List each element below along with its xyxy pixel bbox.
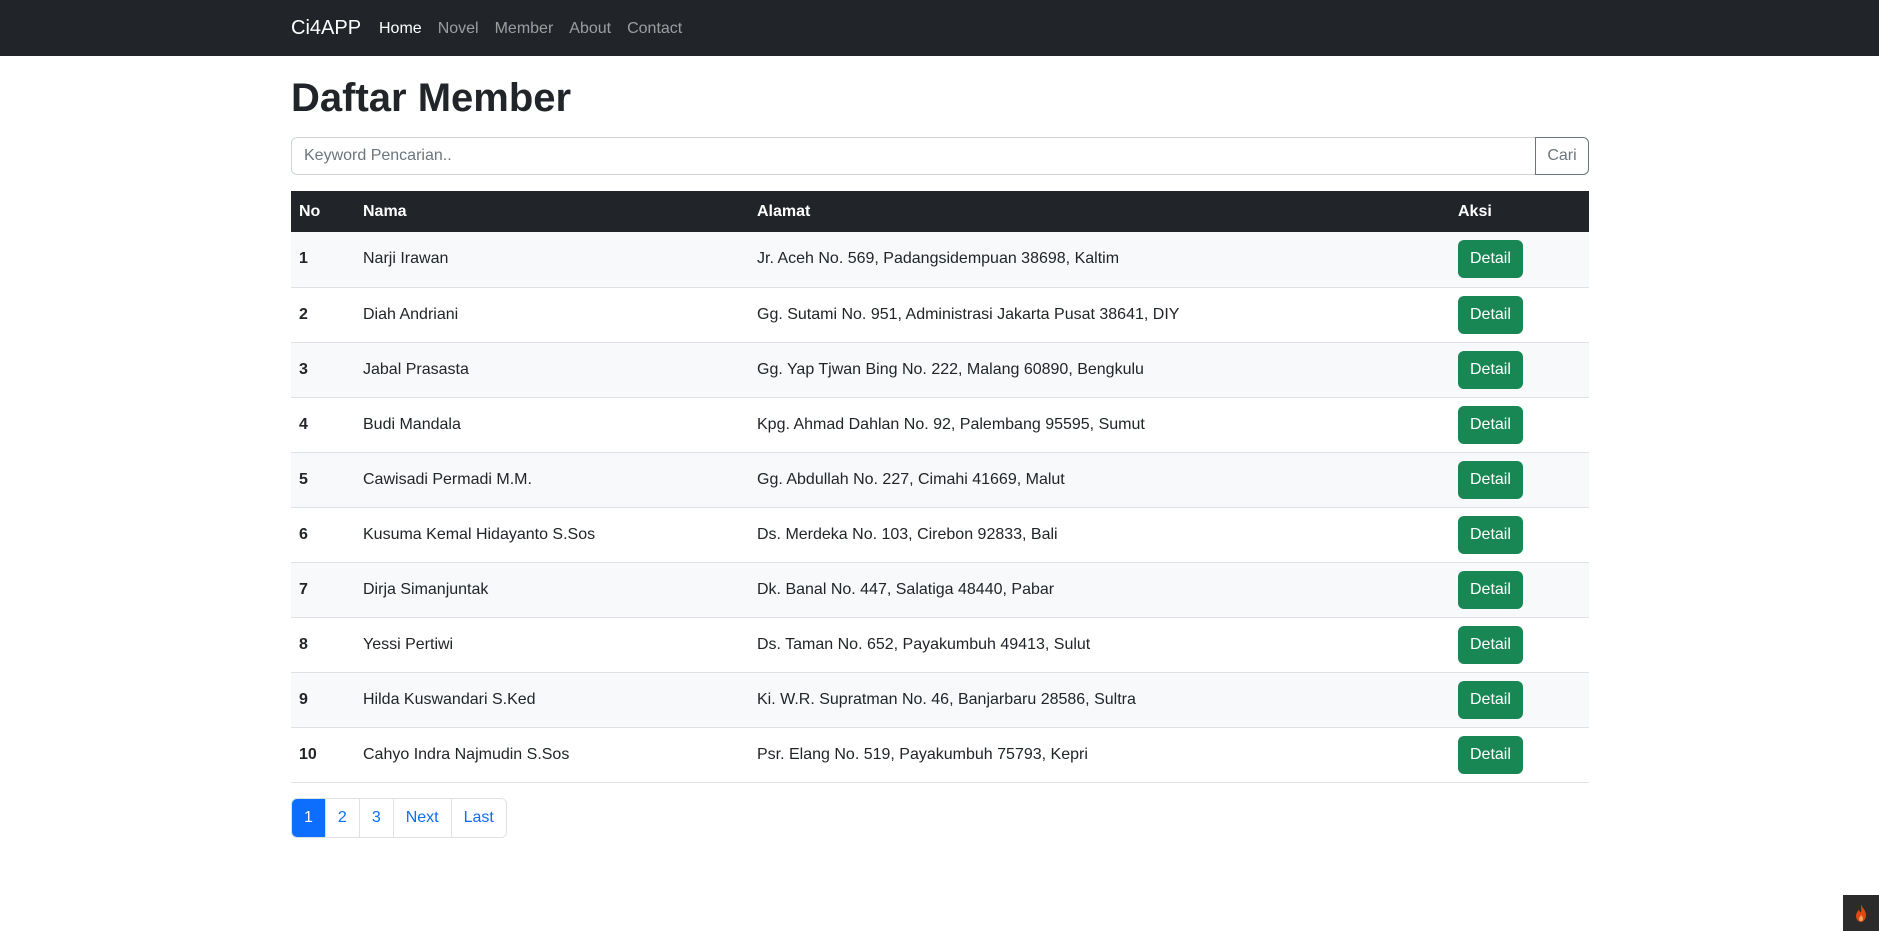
cell-nama: Kusuma Kemal Hidayanto S.Sos [355,507,749,563]
table-row: 3 Jabal Prasasta Gg. Yap Tjwan Bing No. … [291,342,1589,398]
cell-no: 8 [291,617,355,673]
detail-button[interactable]: Detail [1458,350,1523,389]
cell-nama: Dirja Simanjuntak [355,562,749,618]
table-row: 7 Dirja Simanjuntak Dk. Banal No. 447, S… [291,562,1589,618]
cell-aksi: Detail [1450,397,1589,453]
nav-links: Home Novel Member About Contact [379,18,698,40]
detail-button[interactable]: Detail [1458,680,1523,719]
detail-button[interactable]: Detail [1458,405,1523,444]
cell-alamat: Gg. Sutami No. 951, Administrasi Jakarta… [749,287,1450,343]
search-form: Cari [291,137,1589,175]
cell-no: 10 [291,727,355,783]
header-nama: Nama [355,191,749,232]
page-link-1[interactable]: 1 [292,799,325,837]
cell-no: 9 [291,672,355,728]
search-input[interactable] [291,137,1536,175]
cell-nama: Diah Andriani [355,287,749,343]
detail-button[interactable]: Detail [1458,735,1523,774]
detail-button[interactable]: Detail [1458,460,1523,499]
table-row: 9 Hilda Kuswandari S.Ked Ki. W.R. Suprat… [291,672,1589,728]
cell-alamat: Ds. Merdeka No. 103, Cirebon 92833, Bali [749,507,1450,563]
detail-button[interactable]: Detail [1458,515,1523,554]
header-alamat: Alamat [749,191,1450,232]
cell-no: 6 [291,507,355,563]
table-row: 4 Budi Mandala Kpg. Ahmad Dahlan No. 92,… [291,397,1589,453]
debug-toolbar-toggle[interactable] [1843,895,1879,931]
header-no: No [291,191,355,232]
member-table: No Nama Alamat Aksi 1 Narji Irawan Jr. A… [291,191,1589,783]
cell-aksi: Detail [1450,562,1589,618]
cell-aksi: Detail [1450,342,1589,398]
table-row: 2 Diah Andriani Gg. Sutami No. 951, Admi… [291,287,1589,343]
cell-alamat: Gg. Abdullah No. 227, Cimahi 41669, Malu… [749,452,1450,508]
nav-link-about[interactable]: About [569,18,611,40]
cell-aksi: Detail [1450,672,1589,728]
detail-button[interactable]: Detail [1458,570,1523,609]
navbar: Ci4APP Home Novel Member About Contact [0,0,1879,56]
cell-no: 3 [291,342,355,398]
page-link-3[interactable]: 3 [358,799,393,837]
page-link-2[interactable]: 2 [324,799,359,837]
cell-alamat: Dk. Banal No. 447, Salatiga 48440, Pabar [749,562,1450,618]
cell-alamat: Ds. Taman No. 652, Payakumbuh 49413, Sul… [749,617,1450,673]
cell-alamat: Jr. Aceh No. 569, Padangsidempuan 38698,… [749,232,1450,288]
cell-nama: Cawisadi Permadi M.M. [355,452,749,508]
table-row: 1 Narji Irawan Jr. Aceh No. 569, Padangs… [291,232,1589,288]
table-body: 1 Narji Irawan Jr. Aceh No. 569, Padangs… [291,232,1589,783]
pagination: 1 2 3 Next Last [291,798,507,838]
flame-icon [1856,904,1866,922]
nav-link-novel[interactable]: Novel [438,18,479,40]
table-row: 10 Cahyo Indra Najmudin S.Sos Psr. Elang… [291,727,1589,783]
cell-no: 5 [291,452,355,508]
cell-alamat: Ki. W.R. Supratman No. 46, Banjarbaru 28… [749,672,1450,728]
cell-no: 7 [291,562,355,618]
table-header: No Nama Alamat Aksi [291,191,1589,232]
cell-nama: Narji Irawan [355,232,749,288]
cell-aksi: Detail [1450,452,1589,508]
table-row: 5 Cawisadi Permadi M.M. Gg. Abdullah No.… [291,452,1589,508]
nav-link-contact[interactable]: Contact [627,18,682,40]
detail-button[interactable]: Detail [1458,625,1523,664]
detail-button[interactable]: Detail [1458,295,1523,334]
page-link-last[interactable]: Last [450,799,506,837]
cell-aksi: Detail [1450,507,1589,563]
table-row: 8 Yessi Pertiwi Ds. Taman No. 652, Payak… [291,617,1589,673]
cell-aksi: Detail [1450,617,1589,673]
navbar-brand[interactable]: Ci4APP [291,16,361,40]
cell-nama: Hilda Kuswandari S.Ked [355,672,749,728]
header-aksi: Aksi [1450,191,1589,232]
cell-aksi: Detail [1450,232,1589,288]
page-title: Daftar Member [291,76,572,120]
cell-nama: Yessi Pertiwi [355,617,749,673]
detail-button[interactable]: Detail [1458,240,1523,279]
cell-no: 4 [291,397,355,453]
cell-aksi: Detail [1450,287,1589,343]
cell-alamat: Gg. Yap Tjwan Bing No. 222, Malang 60890… [749,342,1450,398]
cell-alamat: Psr. Elang No. 519, Payakumbuh 75793, Ke… [749,727,1450,783]
cell-no: 1 [291,232,355,288]
table-row: 6 Kusuma Kemal Hidayanto S.Sos Ds. Merde… [291,507,1589,563]
cell-aksi: Detail [1450,727,1589,783]
cell-nama: Budi Mandala [355,397,749,453]
cell-nama: Jabal Prasasta [355,342,749,398]
cell-nama: Cahyo Indra Najmudin S.Sos [355,727,749,783]
search-button[interactable]: Cari [1535,137,1589,175]
page-link-next[interactable]: Next [392,799,451,837]
cell-no: 2 [291,287,355,343]
nav-link-home[interactable]: Home [379,18,422,40]
cell-alamat: Kpg. Ahmad Dahlan No. 92, Palembang 9559… [749,397,1450,453]
nav-link-member[interactable]: Member [495,18,554,40]
